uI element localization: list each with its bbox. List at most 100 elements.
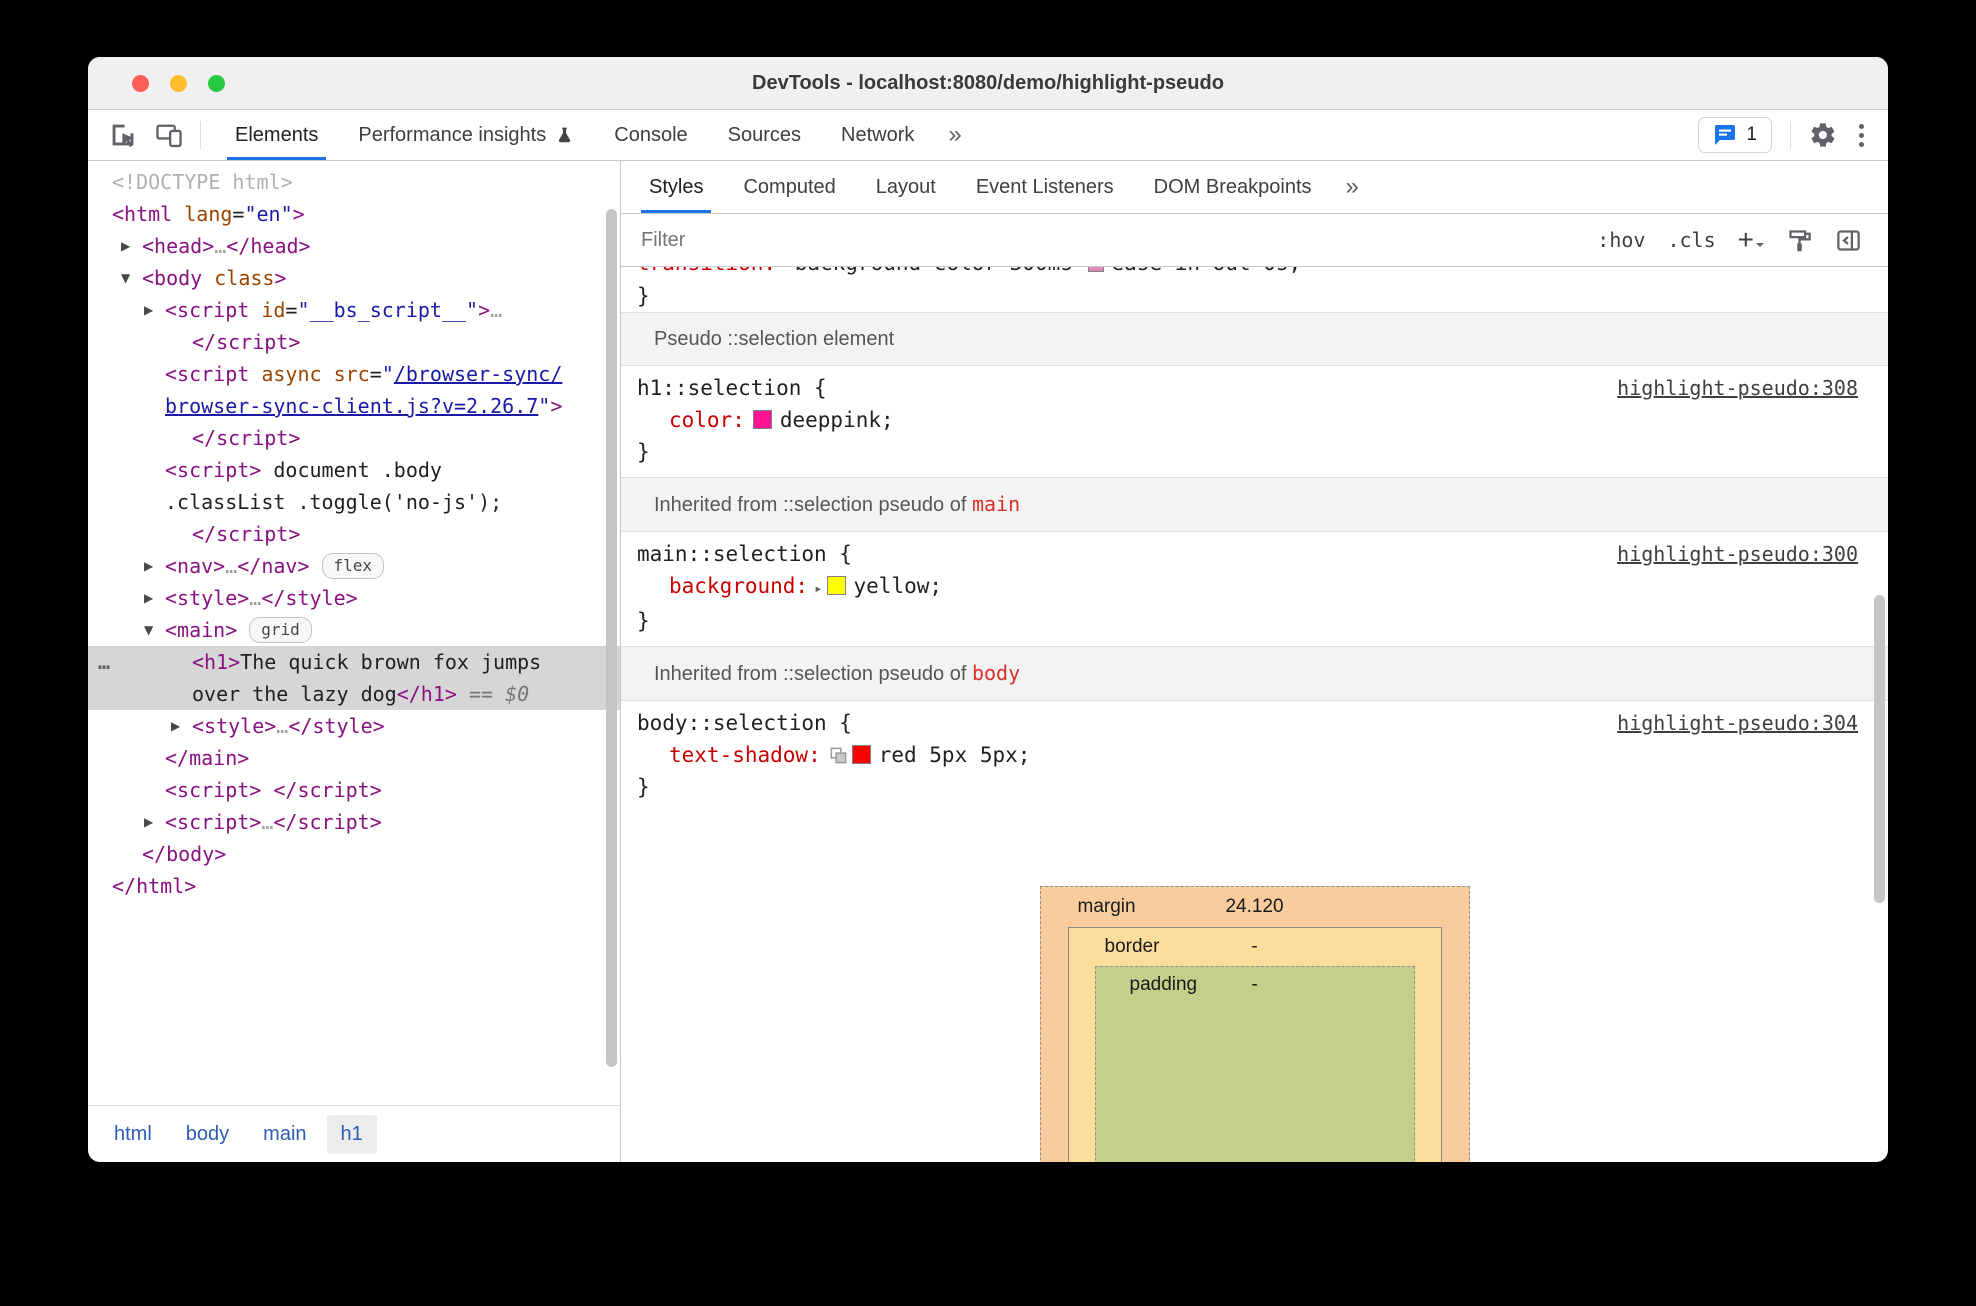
issues-chip[interactable]: 1	[1698, 117, 1772, 153]
collapsed-arrow-icon[interactable]: ▶	[171, 710, 180, 742]
kebab-menu-icon[interactable]	[1855, 120, 1868, 151]
tree-row[interactable]: <script async src="/browser-sync/	[88, 358, 620, 390]
expanded-arrow-icon[interactable]: ▼	[144, 614, 153, 646]
tree-row[interactable]: </html>	[88, 870, 620, 902]
styles-filter-input[interactable]	[639, 227, 1576, 253]
inherited-node-link[interactable]: body	[972, 661, 1020, 685]
element-classes-button[interactable]: .cls	[1667, 228, 1715, 252]
color-swatch[interactable]	[851, 745, 871, 764]
tab-dom-breakpoints[interactable]: DOM Breakpoints	[1134, 161, 1332, 213]
styles-section-header: Inherited from ::selection pseudo of bod…	[621, 646, 1888, 701]
source-link[interactable]: highlight-pseudo:300	[1617, 538, 1858, 570]
toolbar-divider	[200, 121, 201, 149]
box-model-border[interactable]: - border - padding	[1067, 927, 1442, 1162]
box-model-margin[interactable]: 24.120 margin - border - padding	[1039, 886, 1470, 1162]
tree-row[interactable]: </script>	[88, 422, 620, 454]
tree-row[interactable]: <script> document .body	[88, 454, 620, 486]
breadcrumb-item-h1[interactable]: h1	[326, 1114, 377, 1154]
color-swatch[interactable]	[826, 576, 846, 595]
tab-styles[interactable]: Styles	[629, 161, 723, 213]
breadcrumb: html body main h1	[88, 1105, 620, 1162]
rule-selector[interactable]: main::selection {	[637, 538, 852, 570]
tab-console[interactable]: Console	[594, 110, 707, 160]
style-declaration[interactable]: background: ▸ yellow;	[621, 570, 1888, 605]
tab-sources[interactable]: Sources	[708, 110, 821, 160]
color-swatch[interactable]	[752, 410, 772, 429]
inspect-element-icon[interactable]	[108, 120, 138, 150]
tree-row[interactable]: ▶ <script>…</script>	[88, 806, 620, 838]
collapsed-arrow-icon[interactable]: ▶	[144, 294, 153, 326]
expanded-arrow-icon[interactable]: ▼	[121, 262, 130, 294]
main-toolbar: Elements Performance insights Console Sourc…	[88, 110, 1888, 161]
tree-row[interactable]: </main>	[88, 742, 620, 774]
styles-more-tabs-button[interactable]: »	[1332, 161, 1373, 213]
toggle-element-state-button[interactable]: :hov	[1597, 228, 1645, 252]
tree-row[interactable]: ▶ <nav>…</nav> flex	[88, 550, 620, 582]
breadcrumb-item-main[interactable]: main	[249, 1115, 320, 1154]
tree-row[interactable]: <script> </script>	[88, 774, 620, 806]
tab-performance-insights[interactable]: Performance insights	[338, 110, 594, 160]
rule-selector[interactable]: h1::selection {	[637, 372, 827, 404]
color-swatch[interactable]	[1087, 267, 1104, 272]
toolbar-divider	[1790, 121, 1791, 149]
styles-vertical-scrollbar[interactable]	[1874, 595, 1885, 903]
breadcrumb-item-body[interactable]: body	[172, 1115, 243, 1154]
tree-row[interactable]: <!DOCTYPE html>	[88, 166, 620, 198]
issues-count: 1	[1746, 124, 1757, 145]
device-toolbar-icon[interactable]	[154, 120, 184, 150]
property-name: background:	[669, 574, 809, 598]
tree-row[interactable]: .classList .toggle('no-js');	[88, 486, 620, 518]
tree-row[interactable]: </body>	[88, 838, 620, 870]
box-model-padding[interactable]: - padding	[1094, 966, 1415, 1162]
tree-row[interactable]: ▶ <head>…</head>	[88, 230, 620, 262]
layout-badge-grid[interactable]: grid	[249, 617, 312, 643]
tree-row[interactable]: ▼ <body class>	[88, 262, 620, 294]
rule-selector[interactable]: body::selection {	[637, 707, 852, 739]
tab-network[interactable]: Network	[821, 110, 934, 160]
layout-badge-flex[interactable]: flex	[321, 553, 385, 579]
paint-roller-icon[interactable]	[1786, 227, 1813, 254]
elements-vertical-scrollbar[interactable]	[606, 209, 617, 1067]
tree-row[interactable]: ▶ <script id="__bs_script__">…	[88, 294, 620, 326]
close-button[interactable]	[132, 74, 149, 92]
breadcrumb-item-html[interactable]: html	[100, 1115, 166, 1154]
tab-label: Styles	[649, 175, 704, 198]
inherited-node-link[interactable]: main	[972, 492, 1020, 516]
tab-event-listeners[interactable]: Event Listeners	[956, 161, 1134, 213]
tab-computed[interactable]: Computed	[723, 161, 855, 213]
expand-shorthand-icon[interactable]: ▸	[814, 581, 822, 597]
tree-row[interactable]: </script>	[88, 518, 620, 550]
style-declaration[interactable]: color: deeppink;	[621, 404, 1888, 436]
collapsed-arrow-icon[interactable]: ▶	[144, 582, 153, 614]
tree-row[interactable]: ▶ <style>…</style>	[88, 582, 620, 614]
styles-tabs: Styles Computed Layout Event Listeners DOM B…	[621, 161, 1888, 214]
row-menu-dots[interactable]: …	[98, 646, 112, 678]
tree-row[interactable]: … <h1>The quick brown fox jumps	[88, 646, 620, 678]
tree-row[interactable]: </script>	[88, 326, 620, 358]
sidebar-toggle-icon[interactable]	[1835, 227, 1862, 254]
box-model-diagram[interactable]: 24.120 margin - border - padding	[1039, 886, 1470, 1162]
minimize-button[interactable]	[170, 74, 187, 92]
tree-row[interactable]: over the lazy dog</h1> == $0	[88, 678, 620, 710]
tab-label: Console	[614, 123, 688, 146]
settings-gear-icon[interactable]	[1809, 121, 1837, 149]
source-link[interactable]: highlight-pseudo:304	[1617, 707, 1858, 739]
border-label: border	[1104, 936, 1160, 957]
source-link[interactable]: highlight-pseudo:308	[1617, 372, 1858, 404]
tree-row[interactable]: browser-sync-client.js?v=2.26.7">	[88, 390, 620, 422]
chevron-down-icon	[1756, 243, 1764, 251]
collapsed-arrow-icon[interactable]: ▶	[121, 230, 130, 262]
tab-label: Performance insights	[358, 123, 547, 146]
new-style-rule-button[interactable]: +	[1738, 226, 1764, 254]
tree-row[interactable]: ▼ <main> grid	[88, 614, 620, 646]
tree-row[interactable]: <html lang="en">	[88, 198, 620, 230]
collapsed-arrow-icon[interactable]: ▶	[144, 550, 153, 582]
tab-label: Elements	[235, 123, 319, 146]
more-tabs-button[interactable]: »	[934, 110, 975, 160]
style-declaration[interactable]: text-shadow: red 5px 5px;	[621, 739, 1888, 771]
collapsed-arrow-icon[interactable]: ▶	[144, 806, 153, 838]
tree-row[interactable]: ▶ <style>…</style>	[88, 710, 620, 742]
zoom-button[interactable]	[208, 74, 225, 92]
tab-elements[interactable]: Elements	[215, 110, 338, 160]
tab-layout[interactable]: Layout	[856, 161, 956, 213]
